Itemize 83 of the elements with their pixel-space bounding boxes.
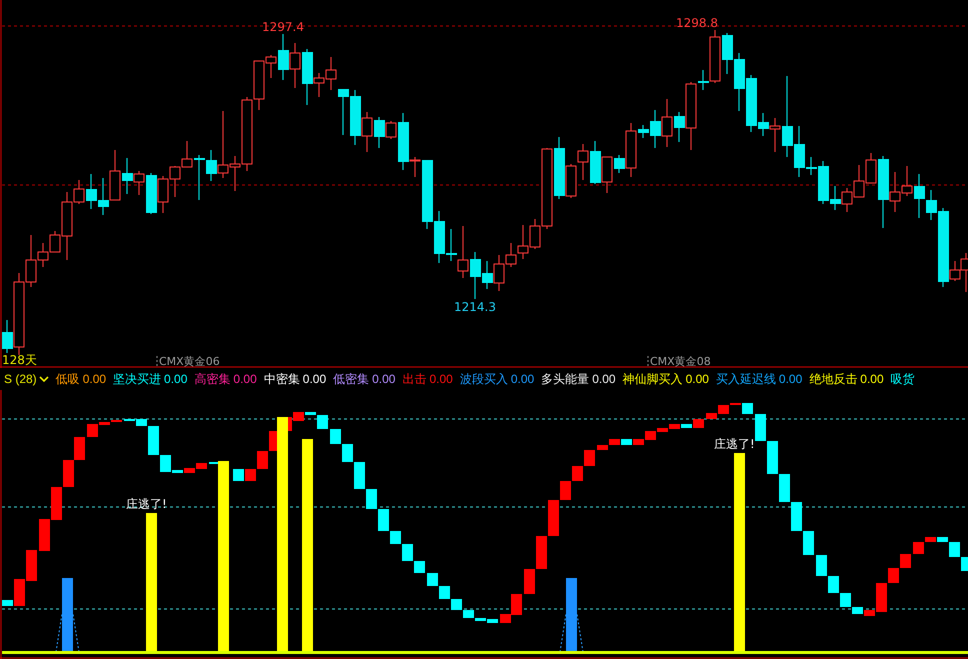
candlestick <box>578 144 588 180</box>
indicator-value: 0.00 <box>860 372 884 386</box>
signal-label: 庄逃了! <box>714 437 755 451</box>
indicator-value: 0.00 <box>233 372 257 386</box>
indicator-step <box>779 474 790 502</box>
candlestick <box>278 34 289 80</box>
indicator-value: 0.00 <box>510 372 534 386</box>
signal-label: 庄逃了! <box>126 497 167 511</box>
indicator-value: 0.00 <box>302 372 326 386</box>
indicator-step <box>233 469 244 481</box>
indicator-step <box>330 429 341 444</box>
indicator-step <box>439 586 450 599</box>
candlestick <box>326 56 336 90</box>
indicator-step <box>451 599 462 610</box>
indicator-step <box>767 441 778 474</box>
indicator-step <box>791 502 802 531</box>
indicator-step <box>828 576 839 593</box>
indicator-step <box>74 437 85 460</box>
indicator-step <box>584 450 595 466</box>
indicator-step <box>816 555 827 576</box>
indicator-step <box>572 466 583 481</box>
high-price-label: 1297.4 <box>262 20 304 34</box>
candlestick <box>362 112 372 152</box>
indicator-step <box>524 569 535 594</box>
indicator-step <box>536 536 547 569</box>
candlestick <box>842 188 852 212</box>
candlestick <box>518 224 528 260</box>
indicator-step <box>427 573 438 586</box>
indicator-step <box>63 460 74 487</box>
indicator-value: 0.00 <box>686 372 709 386</box>
indicator-step <box>51 487 62 520</box>
indicator-step <box>402 544 413 561</box>
indicator-value: 0.00 <box>164 372 188 386</box>
indicator-name: 吸货 <box>890 370 915 388</box>
candlestick <box>602 156 612 194</box>
indicator-name: 买入延迟线 <box>716 370 776 388</box>
indicator-name: 高密集 <box>194 370 230 388</box>
candlestick <box>866 152 876 184</box>
indicator-step <box>803 531 814 555</box>
candlestick <box>662 98 672 148</box>
indicator-title[interactable]: S (28) <box>4 372 49 386</box>
indicator-name: 中密集 <box>264 370 300 388</box>
indicator-step <box>414 561 425 573</box>
candlestick <box>146 172 157 214</box>
candlestick <box>338 88 349 136</box>
candlestick <box>902 166 912 196</box>
indicator-name: 坚决买进 <box>113 370 162 388</box>
indicator-name: 神仙脚买入 <box>622 370 683 388</box>
indicator-value: 0.00 <box>429 372 453 386</box>
indicator-name: 低吸 <box>56 370 80 388</box>
candlestick <box>350 90 361 146</box>
indicator-value: 0.00 <box>82 372 106 386</box>
high-price-label: 1298.8 <box>676 16 718 30</box>
contract-label: CMX黄金06 <box>159 355 220 368</box>
indicator-name: 波段买入 <box>460 370 508 388</box>
indicator-value: 0.00 <box>778 372 802 386</box>
candlestick <box>734 52 745 112</box>
indicator-step <box>366 489 377 509</box>
indicator-name: 多头能量 <box>541 370 590 388</box>
candlestick <box>170 166 180 198</box>
candlestick <box>854 164 864 198</box>
period-label: 128天 <box>2 353 37 367</box>
candlestick <box>86 174 97 210</box>
candlestick <box>110 150 120 200</box>
chevron-down-icon[interactable] <box>38 376 49 382</box>
candlestick <box>290 42 300 88</box>
indicator-step <box>900 554 911 568</box>
candlestick <box>98 178 109 216</box>
candlestick <box>590 140 601 184</box>
indicator-value: 0.00 <box>372 372 396 386</box>
indicator-name: 出击 <box>402 370 426 388</box>
low-price-label: 1214.3 <box>454 300 496 314</box>
contract-label: CMX黄金08 <box>650 355 711 368</box>
indicator-value: 0.00 <box>592 372 616 386</box>
candlestick <box>158 176 168 214</box>
indicator-name: 低密集 <box>333 370 370 388</box>
candlestick <box>182 140 192 168</box>
indicator-name: 绝地反击 <box>809 370 858 388</box>
indicator-step <box>755 414 766 441</box>
candlestick <box>722 32 733 74</box>
candlestick <box>422 160 433 230</box>
indicator-step <box>39 519 50 551</box>
indicator-step <box>26 550 37 581</box>
